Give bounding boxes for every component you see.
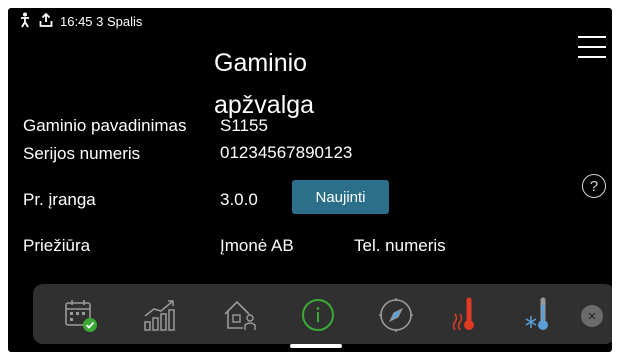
bottom-nav: × <box>33 284 612 344</box>
firmware-version: 3.0.0 <box>220 190 258 209</box>
service-company: Įmonė AB <box>220 236 294 255</box>
info-icon[interactable] <box>299 296 337 334</box>
heating-thermometer-icon[interactable] <box>449 296 487 334</box>
page-title: Gaminio apžvalga <box>214 42 314 126</box>
update-button[interactable]: Naujinti <box>292 180 389 214</box>
house-person-icon[interactable] <box>221 296 259 334</box>
cooling-thermometer-icon[interactable] <box>521 296 559 334</box>
statistics-icon[interactable] <box>141 296 179 334</box>
serial-number-value: 01234567890123 <box>216 142 357 164</box>
product-name-label: Gaminio pavadinimas <box>23 116 187 135</box>
service-phone: Tel. numeris <box>354 236 446 255</box>
upload-icon <box>39 12 53 27</box>
close-icon[interactable]: × <box>581 305 603 327</box>
firmware-label: Pr. įranga <box>23 190 96 209</box>
status-time: 16:45 3 Spalis <box>60 14 143 29</box>
product-name-value: S1155 <box>220 116 268 135</box>
help-icon[interactable]: ? <box>582 174 606 198</box>
menu-icon[interactable] <box>578 36 606 60</box>
page-indicator <box>290 344 342 348</box>
compass-icon[interactable] <box>377 296 415 334</box>
person-icon <box>21 12 29 28</box>
status-bar: 16:45 3 Spalis <box>8 8 612 32</box>
page-title-line1: Gaminio <box>214 49 308 77</box>
screen: 16:45 3 Spalis Gaminio apžvalga Gaminio … <box>8 8 612 352</box>
serial-number-label: Serijos numeris <box>23 144 141 163</box>
service-label: Priežiūra <box>23 236 91 255</box>
calendar-check-icon[interactable] <box>61 296 99 334</box>
